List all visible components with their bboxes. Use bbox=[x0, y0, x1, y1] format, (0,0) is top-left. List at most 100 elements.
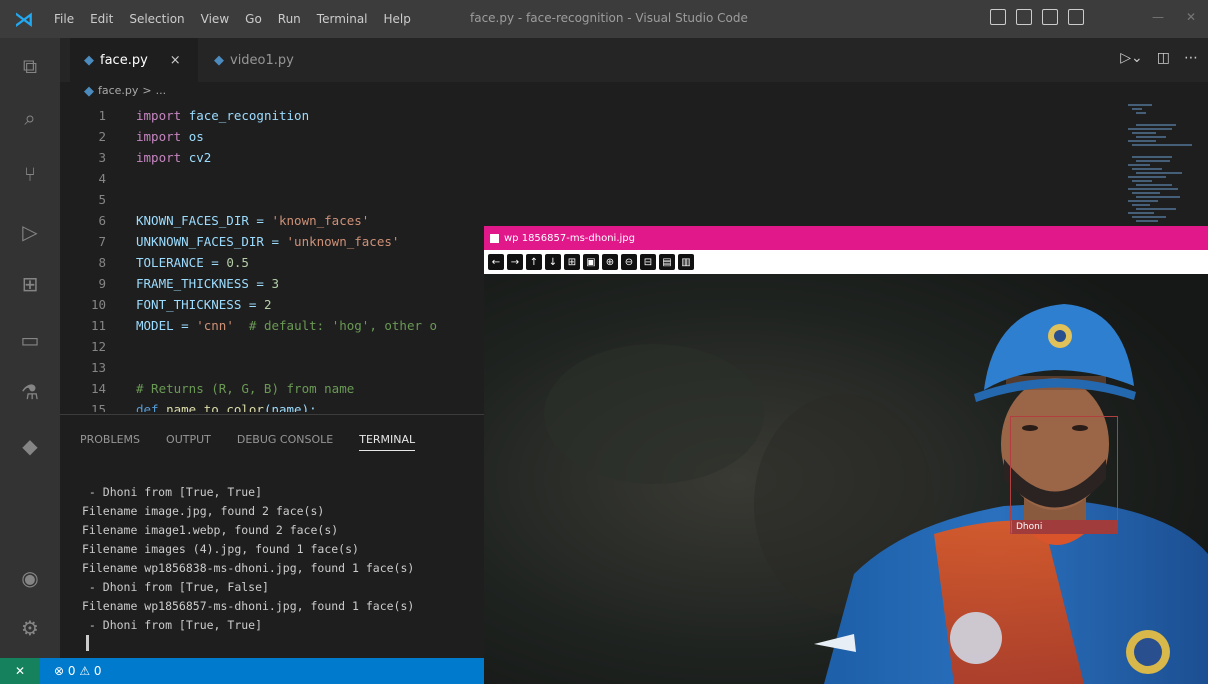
menu-run[interactable]: Run bbox=[272, 8, 307, 30]
customize-layout-icon[interactable] bbox=[1068, 9, 1084, 25]
line-number: 8 bbox=[98, 255, 106, 270]
viewer-title: wp 1856857-ms-dhoni.jpg bbox=[504, 232, 635, 244]
account-icon[interactable]: ◉ bbox=[18, 566, 42, 590]
code-token: 0.5 bbox=[226, 255, 249, 270]
tab-video1-py[interactable]: ◆ video1.py bbox=[200, 38, 310, 82]
code-token: (name): bbox=[263, 402, 317, 412]
minimap-line bbox=[1132, 216, 1166, 218]
menu-edit[interactable]: Edit bbox=[84, 8, 119, 30]
zoom-reset-icon[interactable]: ⊟ bbox=[640, 254, 656, 270]
minimap-line bbox=[1132, 144, 1192, 146]
activity-bar: ⧉ ⌕ ⑂ ▷ ⊞ ▭ ⚗ ◆ ◉ ⚙ bbox=[0, 38, 60, 658]
menu-terminal[interactable]: Terminal bbox=[311, 8, 374, 30]
line-number: 5 bbox=[98, 192, 106, 207]
zoom-in-icon[interactable]: ⊕ bbox=[602, 254, 618, 270]
code-line[interactable]: 2 import os bbox=[60, 129, 660, 149]
code-text: MODEL = 'cnn' # default: 'hog', other o bbox=[136, 318, 437, 333]
line-number: 7 bbox=[98, 234, 106, 249]
line-number: 13 bbox=[90, 360, 106, 375]
extensions-icon[interactable]: ⊞ bbox=[18, 272, 42, 296]
panel-tabs: PROBLEMS OUTPUT DEBUG CONSOLE TERMINAL bbox=[80, 433, 416, 451]
toggle-sidebar-icon[interactable] bbox=[990, 9, 1006, 25]
toggle-secondary-sidebar-icon[interactable] bbox=[1042, 9, 1058, 25]
code-token: # default: 'hog', other o bbox=[233, 318, 438, 333]
code-line[interactable]: 4 bbox=[60, 171, 660, 191]
explorer-icon[interactable]: ⧉ bbox=[18, 54, 42, 78]
minimap-line bbox=[1136, 112, 1146, 114]
minimap-line bbox=[1136, 208, 1176, 210]
source-control-icon[interactable]: ⑂ bbox=[18, 162, 42, 186]
python-file-icon: ◆ bbox=[84, 84, 94, 99]
line-number: 9 bbox=[98, 276, 106, 291]
minimap-line bbox=[1128, 188, 1178, 190]
menu-help[interactable]: Help bbox=[378, 8, 417, 30]
remote-explorer-icon[interactable]: ▭ bbox=[18, 328, 42, 352]
viewer-title-bar[interactable]: wp 1856857-ms-dhoni.jpg bbox=[484, 226, 1208, 250]
line-number: 3 bbox=[98, 150, 106, 165]
run-debug-icon[interactable]: ▷ bbox=[18, 220, 42, 244]
minimap-line bbox=[1128, 140, 1156, 142]
code-line[interactable]: 5 bbox=[60, 192, 660, 212]
tab-terminal[interactable]: TERMINAL bbox=[359, 433, 416, 451]
remote-indicator-icon[interactable]: ✕ bbox=[0, 658, 40, 684]
close-icon[interactable]: × bbox=[170, 53, 181, 68]
status-bar: ✕ ⊗ 0 ⚠ 0 bbox=[0, 658, 484, 684]
settings-gear-icon[interactable]: ⚙ bbox=[18, 616, 42, 640]
code-token: 'cnn' bbox=[196, 318, 234, 333]
pan-right-icon[interactable]: → bbox=[507, 254, 523, 270]
menu-go[interactable]: Go bbox=[239, 8, 268, 30]
minimap-line bbox=[1132, 168, 1162, 170]
search-icon[interactable]: ⌕ bbox=[18, 106, 42, 130]
python-file-icon: ◆ bbox=[84, 52, 94, 68]
code-text: # Returns (R, G, B) from name bbox=[136, 381, 354, 396]
minimize-icon[interactable]: — bbox=[1152, 10, 1164, 24]
pan-left-icon[interactable]: ← bbox=[488, 254, 504, 270]
code-token: def bbox=[136, 402, 167, 412]
minimap[interactable] bbox=[1120, 100, 1200, 228]
fit-icon[interactable]: ⊞ bbox=[564, 254, 580, 270]
menu-selection[interactable]: Selection bbox=[123, 8, 190, 30]
code-text: def name_to_color(name): bbox=[136, 402, 317, 412]
testing-icon[interactable]: ⚗ bbox=[18, 380, 42, 404]
pan-down-icon[interactable]: ↓ bbox=[545, 254, 561, 270]
terminal-line: Filename images (4).jpg, found 1 face(s) bbox=[82, 542, 359, 556]
tab-problems[interactable]: PROBLEMS bbox=[80, 433, 140, 451]
code-token: 'unknown_faces' bbox=[286, 234, 400, 249]
breadcrumb-symbol[interactable]: ... bbox=[156, 84, 167, 99]
code-text: UNKNOWN_FACES_DIR = 'unknown_faces' bbox=[136, 234, 399, 249]
split-editor-icon[interactable]: ◫ bbox=[1157, 50, 1170, 66]
terminal-line: Filename image1.webp, found 2 face(s) bbox=[82, 523, 339, 537]
properties-icon[interactable]: ▥ bbox=[678, 254, 694, 270]
line-number: 14 bbox=[90, 381, 106, 396]
breadcrumb-file[interactable]: face.py bbox=[98, 84, 138, 99]
toggle-panel-icon[interactable] bbox=[1016, 9, 1032, 25]
run-file-icon[interactable]: ▷⌄ bbox=[1120, 50, 1143, 66]
python-icon[interactable]: ◆ bbox=[18, 434, 42, 458]
minimap-line bbox=[1136, 184, 1172, 186]
line-number: 4 bbox=[98, 171, 106, 186]
zoom-out-icon[interactable]: ⊖ bbox=[621, 254, 637, 270]
problems-status[interactable]: ⊗ 0 ⚠ 0 bbox=[54, 664, 102, 678]
code-line[interactable]: 3 import cv2 bbox=[60, 150, 660, 170]
face-bounding-box bbox=[1010, 416, 1118, 534]
close-window-icon[interactable]: ✕ bbox=[1186, 10, 1196, 24]
more-actions-icon[interactable]: ⋯ bbox=[1184, 50, 1198, 66]
line-number: 12 bbox=[90, 339, 106, 354]
minimap-line bbox=[1132, 204, 1150, 206]
line-number: 6 bbox=[98, 213, 106, 228]
copy-icon[interactable]: ▤ bbox=[659, 254, 675, 270]
tab-face-py[interactable]: ◆ face.py × bbox=[70, 38, 198, 82]
menu-view[interactable]: View bbox=[195, 8, 235, 30]
minimap-line bbox=[1136, 160, 1170, 162]
terminal-line: Filename wp1856838-ms-dhoni.jpg, found 1… bbox=[82, 561, 415, 575]
code-line[interactable]: 1 import face_recognition bbox=[60, 108, 660, 128]
tab-output[interactable]: OUTPUT bbox=[166, 433, 211, 451]
minimap-line bbox=[1128, 164, 1150, 166]
line-number: 10 bbox=[90, 297, 106, 312]
menu-file[interactable]: File bbox=[48, 8, 80, 30]
pan-up-icon[interactable]: ↑ bbox=[526, 254, 542, 270]
code-token: FONT_THICKNESS = bbox=[136, 297, 264, 312]
code-token: name_to_color bbox=[166, 402, 264, 412]
save-icon[interactable]: ▣ bbox=[583, 254, 599, 270]
tab-debug-console[interactable]: DEBUG CONSOLE bbox=[237, 433, 333, 451]
